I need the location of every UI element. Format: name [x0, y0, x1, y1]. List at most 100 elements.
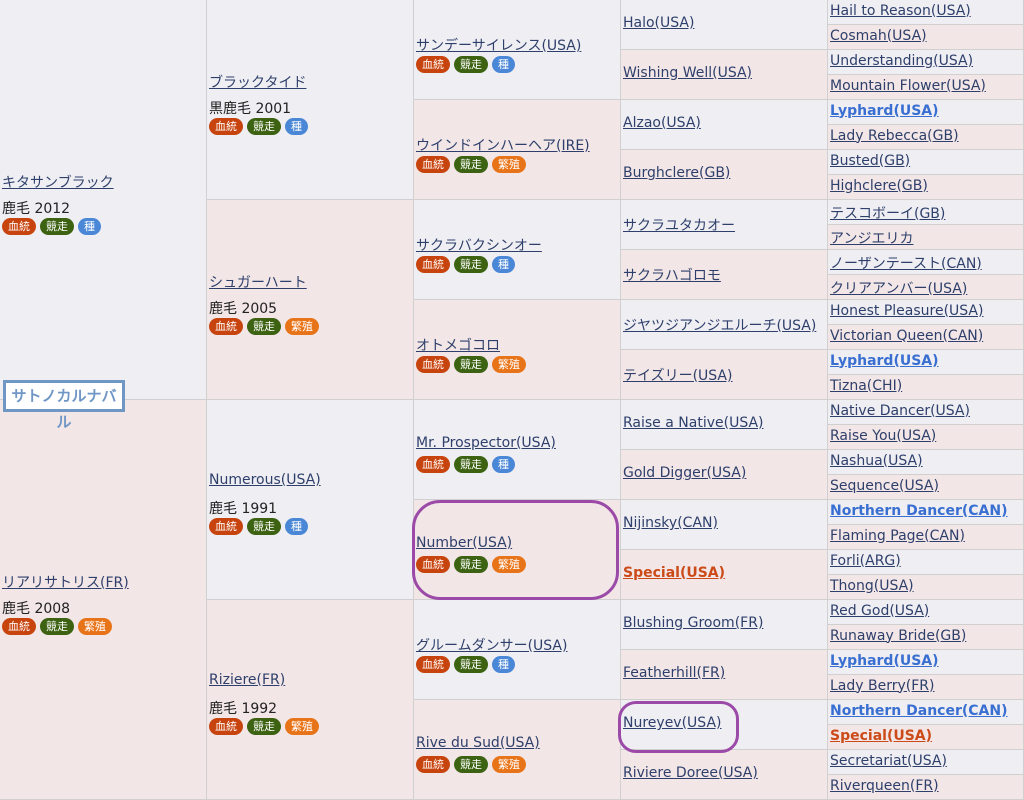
badge-kyouso[interactable]: 競走: [247, 118, 281, 135]
horse-name-link[interactable]: Lyphard(USA): [830, 653, 939, 669]
badge-kettou[interactable]: 血統: [416, 456, 450, 473]
badge-shu[interactable]: 種: [285, 518, 308, 535]
horse-name-link[interactable]: Understanding(USA): [830, 53, 973, 69]
badge-kettou[interactable]: 血統: [2, 218, 36, 235]
horse-name-link[interactable]: ウインドインハーヘア(IRE): [416, 135, 590, 155]
horse-name-link[interactable]: Red God(USA): [830, 603, 929, 619]
horse-name-link[interactable]: Riverqueen(FR): [830, 778, 939, 794]
badge-shu[interactable]: 種: [78, 218, 101, 235]
badge-kyouso[interactable]: 競走: [454, 156, 488, 173]
horse-name-link[interactable]: Nashua(USA): [830, 453, 923, 469]
badge-kettou[interactable]: 血統: [2, 618, 36, 635]
horse-name-link[interactable]: Number(USA): [416, 535, 512, 551]
horse-name-link[interactable]: Victorian Queen(CAN): [830, 328, 983, 344]
badge-kyouso[interactable]: 競走: [247, 318, 281, 335]
horse-name-link[interactable]: クリアアンバー(USA): [830, 278, 967, 298]
badge-kettou[interactable]: 血統: [416, 756, 450, 773]
badge-kettou[interactable]: 血統: [416, 656, 450, 673]
badge-hanshoku[interactable]: 繁殖: [492, 156, 526, 173]
horse-name-link[interactable]: Nureyev(USA): [623, 715, 722, 731]
badge-kettou[interactable]: 血統: [209, 718, 243, 735]
horse-name-link[interactable]: キタサンブラック: [2, 172, 114, 192]
horse-name-link[interactable]: Lyphard(USA): [830, 103, 939, 119]
badge-kyouso[interactable]: 競走: [454, 656, 488, 673]
badge-kyouso[interactable]: 競走: [40, 618, 74, 635]
horse-name-link[interactable]: Alzao(USA): [623, 115, 701, 131]
badge-kettou[interactable]: 血統: [416, 256, 450, 273]
horse-name-link[interactable]: Busted(GB): [830, 153, 910, 169]
horse-name-link[interactable]: Riviere Doree(USA): [623, 765, 758, 781]
horse-name-link[interactable]: Secretariat(USA): [830, 753, 947, 769]
horse-name-link[interactable]: ブラックタイド: [209, 72, 306, 92]
horse-name-link[interactable]: Halo(USA): [623, 15, 694, 31]
badge-kyouso[interactable]: 競走: [454, 556, 488, 573]
horse-name-link[interactable]: Mr. Prospector(USA): [416, 435, 556, 451]
horse-name-link[interactable]: Runaway Bride(GB): [830, 628, 966, 644]
horse-name-link[interactable]: Gold Digger(USA): [623, 465, 746, 481]
badge-kyouso[interactable]: 競走: [454, 756, 488, 773]
badge-kyouso[interactable]: 競走: [40, 218, 74, 235]
horse-name-link[interactable]: Special(USA): [830, 728, 932, 744]
horse-name-link[interactable]: リアリサトリス(FR): [2, 572, 129, 592]
horse-name-link[interactable]: Tizna(CHI): [830, 378, 902, 394]
horse-name-link[interactable]: Raise a Native(USA): [623, 415, 764, 431]
horse-name-link[interactable]: Lyphard(USA): [830, 353, 939, 369]
horse-name-link[interactable]: サクラユタカオー: [623, 215, 735, 235]
badge-kyouso[interactable]: 競走: [454, 456, 488, 473]
badge-hanshoku[interactable]: 繁殖: [285, 718, 319, 735]
badge-shu[interactable]: 種: [492, 456, 515, 473]
horse-name-link[interactable]: Nijinsky(CAN): [623, 515, 718, 531]
horse-name-link[interactable]: Numerous(USA): [209, 472, 321, 488]
horse-name-link[interactable]: Riziere(FR): [209, 672, 285, 688]
badge-shu[interactable]: 種: [492, 656, 515, 673]
horse-name-link[interactable]: Rive du Sud(USA): [416, 735, 540, 751]
horse-name-link[interactable]: Thong(USA): [830, 578, 914, 594]
badge-hanshoku[interactable]: 繁殖: [285, 318, 319, 335]
horse-name-link[interactable]: サンデーサイレンス(USA): [416, 35, 581, 55]
badge-kyouso[interactable]: 競走: [454, 56, 488, 73]
horse-name-link[interactable]: Sequence(USA): [830, 478, 939, 494]
badge-kettou[interactable]: 血統: [416, 356, 450, 373]
horse-name-link[interactable]: Honest Pleasure(USA): [830, 303, 983, 319]
badge-kyouso[interactable]: 競走: [247, 718, 281, 735]
horse-name-link[interactable]: Special(USA): [623, 565, 725, 581]
horse-name-link[interactable]: アンジエリカ: [830, 228, 913, 248]
horse-name-link[interactable]: Highclere(GB): [830, 178, 928, 194]
horse-name-link[interactable]: サクラバクシンオー: [416, 235, 542, 255]
badge-shu[interactable]: 種: [285, 118, 308, 135]
badge-kyouso[interactable]: 競走: [454, 256, 488, 273]
horse-name-link[interactable]: Mountain Flower(USA): [830, 78, 986, 94]
badge-kettou[interactable]: 血統: [209, 118, 243, 135]
horse-name-link[interactable]: Native Dancer(USA): [830, 403, 970, 419]
badge-kyouso[interactable]: 競走: [247, 518, 281, 535]
horse-name-link[interactable]: Lady Rebecca(GB): [830, 128, 959, 144]
horse-name-link[interactable]: Blushing Groom(FR): [623, 615, 763, 631]
horse-name-link[interactable]: テイズリー(USA): [623, 365, 732, 385]
badge-kyouso[interactable]: 競走: [454, 356, 488, 373]
horse-name-link[interactable]: テスコボーイ(GB): [830, 203, 945, 223]
horse-name-link[interactable]: Flaming Page(CAN): [830, 528, 965, 544]
horse-name-link[interactable]: ジヤツジアンジエルーチ(USA): [623, 315, 816, 335]
horse-name-link[interactable]: Hail to Reason(USA): [830, 3, 971, 19]
badge-hanshoku[interactable]: 繁殖: [492, 756, 526, 773]
horse-name-link[interactable]: Raise You(USA): [830, 428, 936, 444]
badge-kettou[interactable]: 血統: [416, 556, 450, 573]
badge-kettou[interactable]: 血統: [209, 518, 243, 535]
badge-hanshoku[interactable]: 繁殖: [492, 556, 526, 573]
horse-name-link[interactable]: Wishing Well(USA): [623, 65, 752, 81]
horse-name-link[interactable]: Cosmah(USA): [830, 28, 927, 44]
horse-name-link[interactable]: グルームダンサー(USA): [416, 635, 567, 655]
horse-name-link[interactable]: Lady Berry(FR): [830, 678, 934, 694]
horse-name-link[interactable]: Northern Dancer(CAN): [830, 703, 1008, 719]
horse-name-link[interactable]: Burghclere(GB): [623, 165, 730, 181]
horse-name-link[interactable]: ノーザンテースト(CAN): [830, 253, 982, 273]
badge-kettou[interactable]: 血統: [416, 56, 450, 73]
horse-name-link[interactable]: Featherhill(FR): [623, 665, 725, 681]
horse-name-link[interactable]: シュガーハート: [209, 272, 307, 292]
horse-name-link[interactable]: オトメゴコロ: [416, 335, 500, 355]
badge-kettou[interactable]: 血統: [416, 156, 450, 173]
badge-hanshoku[interactable]: 繁殖: [492, 356, 526, 373]
badge-hanshoku[interactable]: 繁殖: [78, 618, 112, 635]
badge-shu[interactable]: 種: [492, 256, 515, 273]
horse-name-link[interactable]: Northern Dancer(CAN): [830, 503, 1008, 519]
